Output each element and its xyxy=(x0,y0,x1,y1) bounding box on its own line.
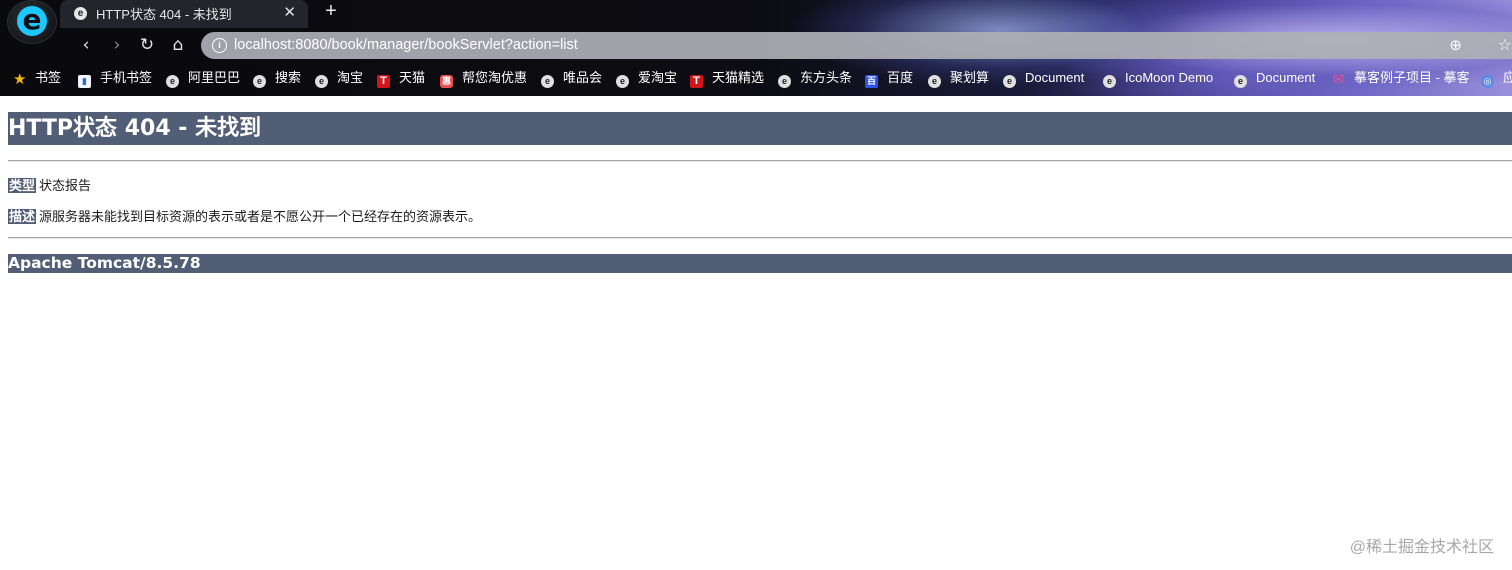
watermark: @稀土掘金技术社区 xyxy=(1349,539,1494,556)
tab-active[interactable]: e HTTP状态 404 - 未找到 ✕ xyxy=(60,0,308,28)
back-button[interactable]: ‹ xyxy=(75,34,97,56)
app-icon: ◎ xyxy=(1481,75,1494,88)
tab-close-icon[interactable]: ✕ xyxy=(283,3,296,21)
type-row: 类型 状态报告 xyxy=(8,177,91,194)
tab-title: HTTP状态 404 - 未找到 xyxy=(96,7,232,22)
forward-button[interactable]: › xyxy=(106,34,128,56)
bookmark-label: 阿里巴巴 xyxy=(188,70,241,85)
tmall-icon: T xyxy=(377,75,390,88)
bookmark-label: 帮您淘优惠 xyxy=(462,70,528,85)
ie-icon: e xyxy=(778,75,791,88)
bookmark-item[interactable]: e Document xyxy=(1003,69,1085,88)
bookmark-item[interactable]: e Document xyxy=(1234,69,1316,88)
bookmark-label: 天猫 xyxy=(399,70,426,85)
server-info: Apache Tomcat/8.5.78 xyxy=(8,254,1512,273)
browser-chrome: e e HTTP状态 404 - 未找到 ✕ + ‹ › ↻ ⌂ i local… xyxy=(0,0,1512,96)
bookmark-label: Document xyxy=(1025,70,1085,85)
bookmark-item[interactable]: e 唯品会 xyxy=(541,69,603,88)
bookmark-item[interactable]: e 东方头条 xyxy=(778,69,853,88)
bookmark-item[interactable]: 惠帮您淘优惠 xyxy=(440,69,528,88)
ie-icon: e xyxy=(541,75,554,88)
bookmark-item[interactable]: e 淘宝 xyxy=(315,69,364,88)
ie-icon: e xyxy=(166,75,179,88)
browser-logo-glyph: e xyxy=(17,6,47,36)
ie-icon: e xyxy=(1103,75,1116,88)
page-title: HTTP状态 404 - 未找到 xyxy=(8,112,1512,145)
baidu-icon: 百 xyxy=(865,75,878,88)
tmall-icon: T xyxy=(690,75,703,88)
mockplus-icon: ✉ xyxy=(1332,71,1345,87)
bookmark-item[interactable]: ▮ 手机书签 xyxy=(78,69,153,88)
bookmark-label: 天猫精选 xyxy=(712,70,765,85)
ie-icon: e xyxy=(928,75,941,88)
bookmark-item[interactable]: T 天猫精选 xyxy=(690,69,765,88)
bookmark-label: 唯品会 xyxy=(563,70,603,85)
ie-icon: e xyxy=(315,75,328,88)
zoom-icon[interactable]: ⊕ xyxy=(1449,36,1462,54)
ie-icon: e xyxy=(1003,75,1016,88)
bookmark-label: 应 xyxy=(1503,70,1512,85)
bookmark-item[interactable]: ◎ 应 xyxy=(1481,69,1512,88)
bookmark-star-icon[interactable]: ☆ xyxy=(1498,35,1512,55)
bookmark-label: 百度 xyxy=(887,70,914,85)
description-label: 描述 xyxy=(8,209,37,224)
bookmark-label: 书签 xyxy=(35,70,62,85)
bookmark-label: 聚划算 xyxy=(950,70,990,85)
url-text[interactable]: localhost:8080/book/manager/bookServlet?… xyxy=(234,37,578,53)
bookmark-label: 手机书签 xyxy=(100,70,153,85)
bookmark-item[interactable]: e IcoMoon Demo xyxy=(1103,69,1214,88)
home-button[interactable]: ⌂ xyxy=(167,34,189,56)
site-info-icon[interactable]: i xyxy=(212,38,227,53)
bookmark-label: IcoMoon Demo xyxy=(1125,70,1214,85)
divider xyxy=(8,237,1512,239)
bookmark-label: 淘宝 xyxy=(337,70,364,85)
mobile-bookmark-icon: ▮ xyxy=(78,75,91,88)
coupon-icon: 惠 xyxy=(440,75,453,88)
bookmark-label: 摹客例子项目 - 摹客 xyxy=(1354,70,1470,85)
bookmark-item[interactable]: 百百度 xyxy=(865,69,914,88)
bookmark-item[interactable]: T 天猫 xyxy=(377,69,426,88)
bookmarks-bar: ★ 书签 ▮ 手机书签 e 阿里巴巴 e 搜索 e 淘宝 T 天猫 惠帮您淘优惠 e 唯品会 … xyxy=(0,64,1512,92)
ie-icon: e xyxy=(616,75,629,88)
bookmark-item[interactable]: e 搜索 xyxy=(253,69,302,88)
bookmark-item[interactable]: e 聚划算 xyxy=(928,69,990,88)
description-row: 描述 源服务器未能找到目标资源的表示或者是不愿公开一个已经存在的资源表示。 xyxy=(8,208,481,225)
browser-logo-icon[interactable]: e xyxy=(7,0,57,44)
reload-button[interactable]: ↻ xyxy=(136,34,158,56)
tab-favicon-icon: e xyxy=(74,7,87,20)
bookmark-item[interactable]: e 爱淘宝 xyxy=(616,69,678,88)
bookmark-item[interactable]: ✉ 摹客例子项目 - 摹客 xyxy=(1332,69,1470,87)
description-value: 源服务器未能找到目标资源的表示或者是不愿公开一个已经存在的资源表示。 xyxy=(39,209,482,224)
bookmark-item[interactable]: e 阿里巴巴 xyxy=(166,69,241,88)
bookmark-item[interactable]: ★ 书签 xyxy=(13,69,61,87)
toolbar: ‹ › ↻ ⌂ i localhost:8080/book/manager/bo… xyxy=(60,28,1512,62)
bookmark-label: 爱淘宝 xyxy=(638,70,678,85)
bookmark-label: 东方头条 xyxy=(800,70,853,85)
type-label: 类型 xyxy=(8,178,37,193)
star-icon: ★ xyxy=(13,71,27,88)
address-bar[interactable]: i localhost:8080/book/manager/bookServle… xyxy=(201,32,1512,59)
ie-icon: e xyxy=(253,75,266,88)
bookmark-label: 搜索 xyxy=(275,70,302,85)
new-tab-button[interactable]: + xyxy=(320,0,342,23)
bookmark-label: Document xyxy=(1256,70,1316,85)
divider xyxy=(8,160,1512,162)
ie-icon: e xyxy=(1234,75,1247,88)
type-value: 状态报告 xyxy=(39,178,92,193)
